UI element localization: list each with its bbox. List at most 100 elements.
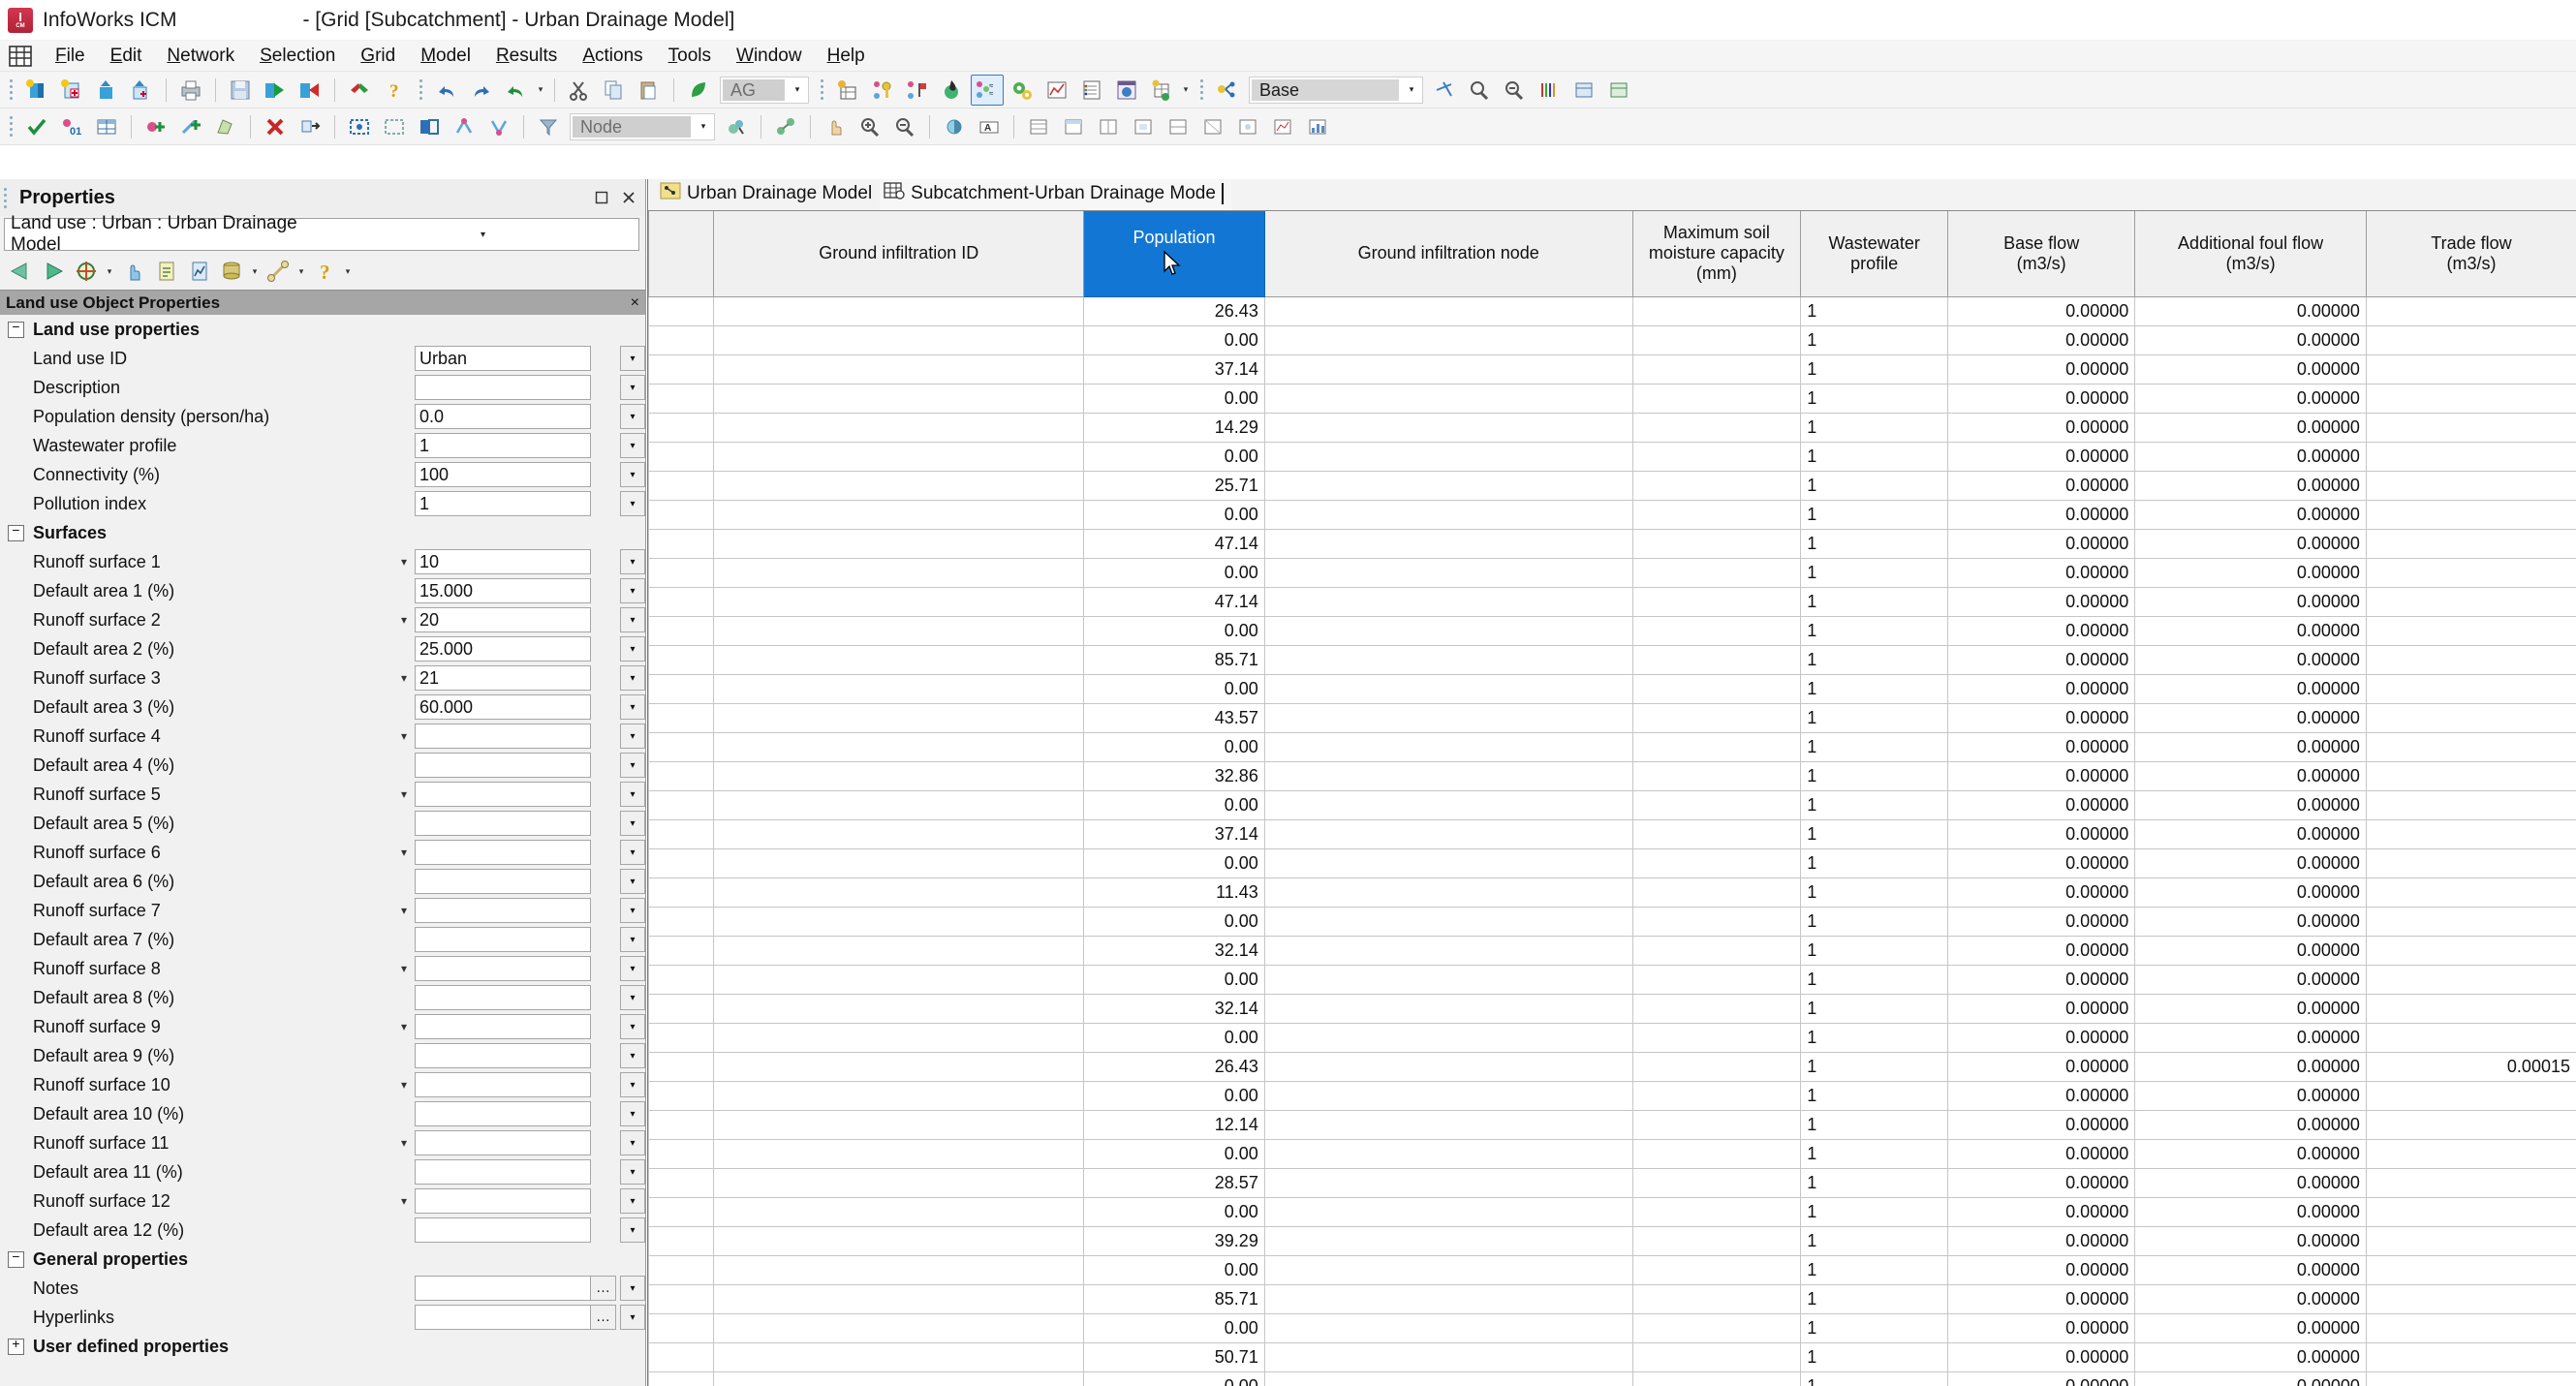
settings-gear-icon[interactable] bbox=[1006, 75, 1039, 106]
cell-ground-infiltration-id[interactable] bbox=[713, 324, 1085, 355]
cell-max-soil-moisture-capacity[interactable] bbox=[1631, 760, 1802, 791]
cell-ground-infiltration-id[interactable] bbox=[713, 295, 1085, 326]
scissors-blue-icon[interactable] bbox=[1428, 75, 1461, 106]
cell-ground-infiltration-id[interactable] bbox=[713, 673, 1085, 704]
table-row[interactable]: 0.00 1 0.00000 0.00000 bbox=[648, 1196, 2576, 1227]
property-value-input[interactable] bbox=[415, 1043, 591, 1068]
cell-ground-infiltration-id[interactable] bbox=[713, 993, 1085, 1024]
chevron-down-icon[interactable]: ▾ bbox=[393, 671, 415, 685]
dropdown-button[interactable]: ▾ bbox=[620, 1072, 645, 1097]
column-header-ground-infiltration-id[interactable]: Ground infiltration ID bbox=[713, 211, 1085, 297]
row-header-cell[interactable] bbox=[648, 1225, 715, 1256]
property-value-input[interactable] bbox=[415, 1130, 591, 1155]
commit-check-icon[interactable] bbox=[20, 111, 53, 142]
dropdown-button[interactable]: ▾ bbox=[620, 1130, 645, 1155]
cell-wastewater-profile[interactable]: 1 bbox=[1800, 1080, 1949, 1111]
property-value-input[interactable] bbox=[415, 1305, 591, 1330]
cell-trade-flow[interactable] bbox=[2365, 441, 2576, 472]
cell-wastewater-profile[interactable]: 1 bbox=[1800, 731, 1949, 762]
chevron-down-icon[interactable]: ▾ bbox=[1179, 75, 1193, 106]
cell-population[interactable]: 37.14 bbox=[1083, 818, 1265, 849]
toolbar-grip[interactable] bbox=[1196, 77, 1206, 103]
chevron-down-icon[interactable]: ▾ bbox=[393, 1136, 415, 1150]
table-row[interactable]: 32.86 1 0.00000 0.00000 bbox=[648, 760, 2576, 791]
cell-trade-flow[interactable] bbox=[2365, 1283, 2576, 1314]
chevron-down-icon[interactable]: ▾ bbox=[295, 256, 308, 287]
cell-wastewater-profile[interactable]: 1 bbox=[1800, 615, 1949, 646]
property-row[interactable]: Default area 12 (%) ▾ bbox=[0, 1216, 645, 1245]
cell-trade-flow[interactable] bbox=[2365, 673, 2576, 704]
cell-additional-foul-flow[interactable]: 0.00000 bbox=[2134, 324, 2367, 355]
nav-next-icon[interactable] bbox=[37, 256, 70, 287]
cell-max-soil-moisture-capacity[interactable] bbox=[1631, 702, 1802, 733]
tab-subcatchment-grid[interactable]: Subcatchment-Urban Drainage Mode bbox=[880, 179, 1231, 210]
cut-icon[interactable] bbox=[563, 75, 596, 106]
cell-trade-flow[interactable] bbox=[2365, 1254, 2576, 1285]
cell-wastewater-profile[interactable]: 1 bbox=[1800, 1312, 1949, 1343]
row-header-cell[interactable] bbox=[648, 528, 715, 559]
cell-max-soil-moisture-capacity[interactable] bbox=[1631, 1312, 1802, 1343]
cell-trade-flow[interactable] bbox=[2365, 1225, 2576, 1256]
grid-green-icon[interactable] bbox=[1145, 75, 1178, 106]
cell-trade-flow[interactable] bbox=[2365, 1022, 2576, 1053]
property-row[interactable]: Population density (person/ha) 0.0 ▾ bbox=[0, 402, 645, 431]
expander-icon[interactable]: − bbox=[8, 321, 24, 338]
cell-population[interactable]: 43.57 bbox=[1083, 702, 1265, 733]
chevron-down-icon[interactable]: ▾ bbox=[248, 256, 262, 287]
chevron-down-icon[interactable]: ▾ bbox=[393, 555, 415, 569]
cell-trade-flow[interactable] bbox=[2365, 412, 2576, 443]
property-value-input[interactable] bbox=[415, 840, 591, 865]
cell-population[interactable]: 50.71 bbox=[1083, 1341, 1265, 1372]
cell-population[interactable]: 0.00 bbox=[1083, 731, 1265, 762]
cell-max-soil-moisture-capacity[interactable] bbox=[1631, 499, 1802, 530]
table-row[interactable]: 0.00 1 0.00000 0.00000 bbox=[648, 789, 2576, 820]
row-header-cell[interactable] bbox=[648, 789, 715, 820]
cell-max-soil-moisture-capacity[interactable] bbox=[1631, 586, 1802, 617]
property-value-input[interactable]: 21 bbox=[415, 665, 591, 691]
cell-additional-foul-flow[interactable]: 0.00000 bbox=[2134, 877, 2367, 908]
property-row[interactable]: Description ▾ bbox=[0, 373, 645, 402]
property-value-input[interactable] bbox=[415, 1217, 591, 1243]
cell-wastewater-profile[interactable]: 1 bbox=[1800, 789, 1949, 820]
cell-max-soil-moisture-capacity[interactable] bbox=[1631, 1225, 1802, 1256]
cell-population[interactable]: 39.29 bbox=[1083, 1225, 1265, 1256]
dropdown-button[interactable]: ▾ bbox=[620, 549, 645, 574]
cell-additional-foul-flow[interactable]: 0.00000 bbox=[2134, 557, 2367, 588]
cell-additional-foul-flow[interactable]: 0.00000 bbox=[2134, 1312, 2367, 1343]
row-header-cell[interactable] bbox=[648, 906, 715, 937]
cell-population[interactable]: 0.00 bbox=[1083, 1022, 1265, 1053]
cell-base-flow[interactable]: 0.00000 bbox=[1947, 1283, 2136, 1314]
dropdown-button[interactable]: ▾ bbox=[620, 927, 645, 952]
layer-4-icon[interactable] bbox=[1127, 111, 1160, 142]
nav-previous-icon[interactable] bbox=[4, 256, 37, 287]
cell-population[interactable]: 0.00 bbox=[1083, 1312, 1265, 1343]
table-row[interactable]: 0.00 1 0.00000 0.00000 bbox=[648, 615, 2576, 646]
row-header-cell[interactable] bbox=[648, 1051, 715, 1082]
cell-additional-foul-flow[interactable]: 0.00000 bbox=[2134, 760, 2367, 791]
chevron-down-icon[interactable]: ▾ bbox=[322, 230, 638, 240]
cell-trade-flow[interactable] bbox=[2365, 354, 2576, 385]
property-value-input[interactable]: 25.000 bbox=[415, 636, 591, 662]
expander-icon[interactable]: − bbox=[8, 1250, 24, 1268]
cell-additional-foul-flow[interactable]: 0.00000 bbox=[2134, 1225, 2367, 1256]
cell-trade-flow[interactable] bbox=[2365, 1138, 2576, 1169]
chevron-down-icon[interactable]: ▾ bbox=[787, 77, 808, 103]
chevron-down-icon[interactable]: ▾ bbox=[393, 904, 415, 917]
cell-trade-flow[interactable] bbox=[2365, 731, 2576, 762]
cell-additional-foul-flow[interactable]: 0.00000 bbox=[2134, 935, 2367, 966]
scenario-combo[interactable]: Base ▾ bbox=[1249, 76, 1423, 104]
menu-file[interactable]: FFileile bbox=[43, 42, 98, 71]
table-row[interactable]: 0.00 1 0.00000 0.00000 bbox=[648, 441, 2576, 472]
row-header-cell[interactable] bbox=[648, 557, 715, 588]
expander-icon[interactable]: − bbox=[8, 524, 24, 541]
cell-additional-foul-flow[interactable]: 0.00000 bbox=[2134, 470, 2367, 501]
cell-wastewater-profile[interactable]: 1 bbox=[1800, 1341, 1949, 1372]
table-row[interactable]: 47.14 1 0.00000 0.00000 bbox=[648, 528, 2576, 559]
property-row[interactable]: Runoff surface 5 ▾ ▾ bbox=[0, 780, 645, 809]
open-icon[interactable] bbox=[90, 75, 123, 106]
property-row[interactable]: Default area 11 (%) ▾ bbox=[0, 1157, 645, 1186]
label-icon[interactable]: A bbox=[973, 111, 1006, 142]
menu-model[interactable]: Model bbox=[408, 42, 483, 71]
property-value-input[interactable]: Urban bbox=[415, 346, 591, 371]
cell-base-flow[interactable]: 0.00000 bbox=[1947, 1196, 2136, 1227]
